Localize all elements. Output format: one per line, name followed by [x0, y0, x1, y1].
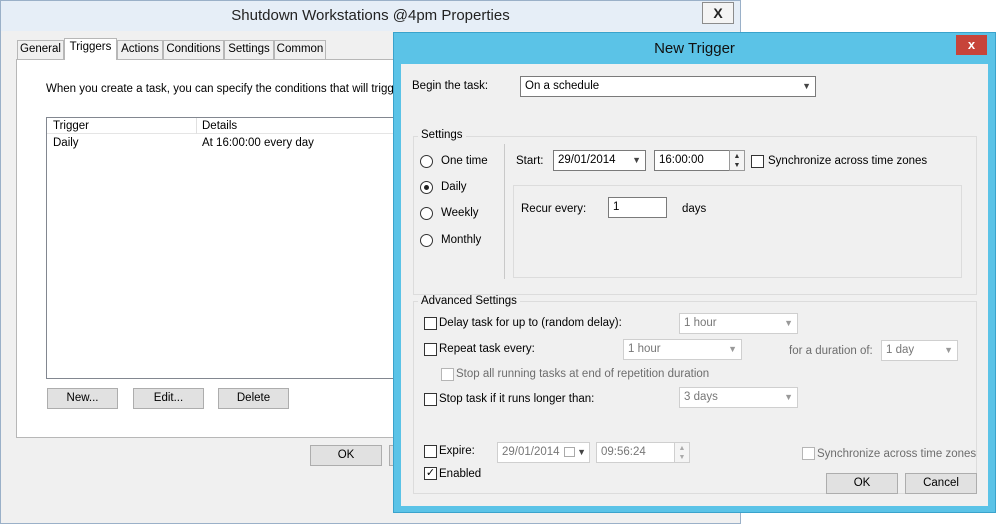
- row-details: At 16:00:00 every day: [202, 137, 314, 149]
- recur-input[interactable]: 1: [608, 197, 667, 218]
- chevron-down-icon: ▼: [944, 345, 953, 355]
- column-trigger[interactable]: Trigger: [53, 120, 89, 132]
- repeat-value: 1 hour: [628, 343, 661, 355]
- start-time-spinner[interactable]: ▲ ▼: [729, 150, 745, 171]
- settings-divider: [504, 144, 505, 279]
- tab-settings[interactable]: Settings: [224, 40, 274, 59]
- expire-sync-label: Synchronize across time zones: [817, 448, 977, 460]
- radio-weekly[interactable]: [420, 207, 433, 220]
- stop-running-label: Stop all running tasks at end of repetit…: [456, 368, 710, 380]
- begin-task-select[interactable]: On a schedule ▼: [520, 76, 816, 97]
- stop-longer-checkbox[interactable]: [424, 393, 437, 406]
- repeat-checkbox[interactable]: [424, 343, 437, 356]
- expire-label[interactable]: Expire:: [439, 445, 475, 457]
- edit-button[interactable]: Edit...: [133, 388, 204, 409]
- recur-panel: [513, 185, 962, 278]
- stop-longer-label[interactable]: Stop task if it runs longer than:: [439, 393, 594, 405]
- close-button[interactable]: X: [702, 2, 734, 24]
- cancel-button[interactable]: Cancel: [905, 473, 977, 494]
- tab-general[interactable]: General: [17, 40, 64, 59]
- radio-one-time[interactable]: [420, 155, 433, 168]
- expire-time-spinner[interactable]: ▲ ▼: [674, 442, 690, 463]
- begin-task-label: Begin the task:: [412, 80, 489, 92]
- calendar-icon: [564, 447, 575, 457]
- spin-down-icon[interactable]: ▼: [730, 161, 744, 170]
- settings-group-label: Settings: [418, 129, 466, 141]
- ok-button[interactable]: OK: [826, 473, 898, 494]
- close-button[interactable]: x: [956, 35, 987, 55]
- sync-timezones-checkbox[interactable]: [751, 155, 764, 168]
- radio-monthly-label[interactable]: Monthly: [441, 234, 481, 246]
- repeat-select[interactable]: 1 hour ▼: [623, 339, 742, 360]
- delay-select[interactable]: 1 hour ▼: [679, 313, 798, 334]
- enabled-label[interactable]: Enabled: [439, 468, 481, 480]
- tab-common[interactable]: Common: [274, 40, 326, 59]
- radio-daily-label[interactable]: Daily: [441, 181, 467, 193]
- window-title: Shutdown Workstations @4pm Properties: [231, 7, 510, 24]
- recur-label: Recur every:: [521, 203, 587, 215]
- dialog-body: Begin the task: On a schedule ▼ Settings…: [401, 64, 988, 506]
- new-trigger-dialog: New Trigger x Begin the task: On a sched…: [393, 32, 996, 513]
- delay-value: 1 hour: [684, 317, 717, 329]
- chevron-down-icon: ▼: [784, 318, 793, 328]
- expire-checkbox[interactable]: [424, 445, 437, 458]
- start-time-input[interactable]: 16:00:00: [654, 150, 730, 171]
- dialog-title: New Trigger: [654, 40, 735, 57]
- start-label: Start:: [516, 155, 544, 167]
- advanced-settings-label: Advanced Settings: [418, 295, 520, 307]
- delete-button[interactable]: Delete: [218, 388, 289, 409]
- column-details[interactable]: Details: [202, 120, 237, 132]
- new-button[interactable]: New...: [47, 388, 118, 409]
- expire-time-input[interactable]: 09:56:24: [596, 442, 675, 463]
- chevron-down-icon: ▼: [632, 155, 641, 165]
- triggers-list[interactable]: Trigger Details Daily At 16:00:00 every …: [46, 117, 406, 379]
- tab-conditions[interactable]: Conditions: [163, 40, 224, 59]
- enabled-checkbox[interactable]: ✓: [424, 467, 437, 480]
- column-divider[interactable]: [196, 118, 197, 134]
- triggers-description: When you create a task, you can specify …: [46, 83, 417, 95]
- stop-longer-select[interactable]: 3 days ▼: [679, 387, 798, 408]
- radio-monthly[interactable]: [420, 234, 433, 247]
- spin-up-icon[interactable]: ▲: [730, 152, 744, 161]
- stop-longer-value: 3 days: [684, 391, 718, 403]
- start-date-picker[interactable]: 29/01/2014 ▼: [553, 150, 646, 171]
- radio-selected-dot: [424, 185, 429, 190]
- tab-actions[interactable]: Actions: [117, 40, 163, 59]
- radio-one-time-label[interactable]: One time: [441, 155, 488, 167]
- begin-task-value: On a schedule: [525, 80, 600, 92]
- ok-button[interactable]: OK: [310, 445, 382, 466]
- chevron-down-icon: ▼: [728, 344, 737, 354]
- sync-timezones-label[interactable]: Synchronize across time zones: [768, 155, 927, 167]
- start-date-value: 29/01/2014: [558, 154, 616, 166]
- chevron-down-icon: ▼: [784, 392, 793, 402]
- radio-daily[interactable]: [420, 181, 433, 194]
- chevron-down-icon: ▼: [802, 81, 811, 91]
- row-trigger: Daily: [53, 137, 79, 149]
- delay-checkbox[interactable]: [424, 317, 437, 330]
- duration-label: for a duration of:: [789, 345, 873, 357]
- repeat-label[interactable]: Repeat task every:: [439, 343, 535, 355]
- tab-triggers[interactable]: Triggers: [64, 38, 117, 60]
- delay-label[interactable]: Delay task for up to (random delay):: [439, 317, 622, 329]
- chevron-down-icon: ▼: [577, 447, 586, 457]
- expire-sync-checkbox[interactable]: [802, 447, 815, 460]
- radio-weekly-label[interactable]: Weekly: [441, 207, 479, 219]
- stop-running-checkbox[interactable]: [441, 368, 454, 381]
- duration-select[interactable]: 1 day ▼: [881, 340, 958, 361]
- duration-value: 1 day: [886, 344, 915, 356]
- spin-down-icon[interactable]: ▼: [675, 453, 689, 462]
- recur-unit-label: days: [682, 203, 707, 215]
- expire-date-value: 29/01/2014: [502, 446, 560, 458]
- table-row[interactable]: Daily At 16:00:00 every day: [47, 136, 405, 152]
- expire-date-picker[interactable]: 29/01/2014 ▼: [497, 442, 590, 463]
- spin-up-icon[interactable]: ▲: [675, 444, 689, 453]
